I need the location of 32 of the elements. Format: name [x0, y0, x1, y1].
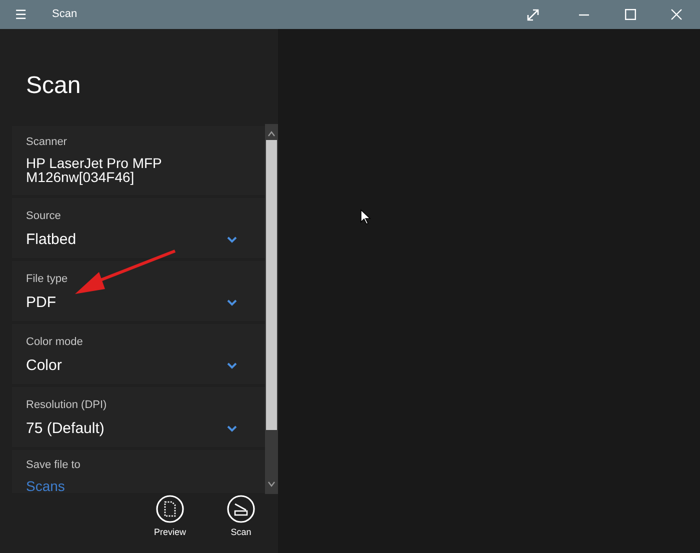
setting-label: File type: [26, 274, 69, 286]
action-button[interactable]: Scan: [224, 495, 258, 540]
dropdown-field[interactable]: Color mode Color: [12, 324, 265, 384]
setting-label: Source: [26, 211, 62, 222]
scrollbar[interactable]: [265, 124, 278, 494]
dropdown-field[interactable]: Source Flatbed: [12, 198, 265, 258]
dropdown-value: PDF: [26, 295, 56, 310]
document-icon: [156, 495, 184, 523]
dropdown-field[interactable]: Resolution (DPI) 75 (Default): [12, 387, 265, 447]
chevron-down-icon: [227, 425, 237, 432]
dropdown-field[interactable]: File type PDF: [12, 261, 265, 322]
setting-label: Save file to: [26, 460, 82, 471]
dropdown-value: Color: [26, 358, 62, 374]
setting-label: Resolution (DPI): [26, 400, 108, 412]
mouse-pointer-icon: [360, 209, 371, 225]
panel-title: Scan: [26, 74, 82, 98]
setting-label: Color mode: [26, 337, 84, 348]
chevron-down-icon: [227, 299, 237, 306]
action-button[interactable]: Preview: [153, 495, 187, 540]
maximize-icon[interactable]: [625, 9, 636, 20]
expand-icon[interactable]: [527, 8, 539, 20]
chevron-down-icon: [227, 362, 237, 370]
setting-label: Scanner: [26, 137, 68, 148]
dropdown-value: Flatbed: [26, 232, 76, 248]
scanner-name: HP LaserJet Pro MFP M126nw[034F46]: [26, 156, 163, 184]
menu-button[interactable]: ☰: [0, 4, 42, 24]
chevron-down-icon: [227, 236, 237, 244]
close-icon[interactable]: [671, 9, 682, 20]
folder-link[interactable]: Scans: [26, 478, 251, 493]
scanner-icon: [227, 495, 255, 523]
window-title: Scan: [52, 7, 78, 22]
dropdown-value: 75 (Default): [26, 421, 104, 436]
